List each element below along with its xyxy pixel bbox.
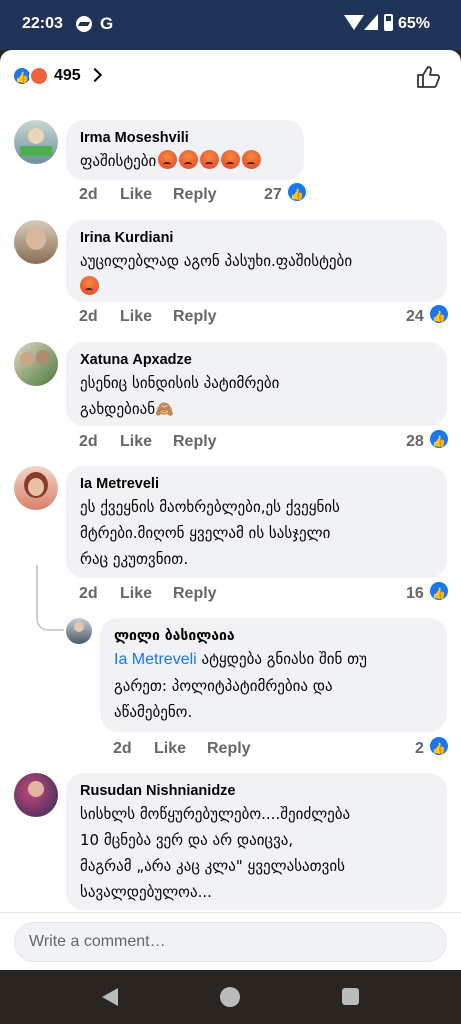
comment-author[interactable]: Irina Kurdiani bbox=[80, 228, 433, 248]
messenger-icon bbox=[76, 16, 92, 32]
comment-bubble[interactable]: Rusudan Nishnianidze სისხლს მოწყურებულებ… bbox=[66, 773, 447, 910]
comment-actions: 2d Like Reply 2 bbox=[113, 737, 449, 761]
reply-button[interactable]: Reply bbox=[173, 183, 217, 207]
reply-thread-line bbox=[36, 565, 64, 631]
comment-author[interactable]: Ia Metreveli bbox=[80, 474, 433, 494]
angry-emoji-icon bbox=[242, 150, 262, 169]
comment-author[interactable]: ლილი ბასილაია bbox=[114, 626, 433, 646]
angry-reaction-icon bbox=[29, 66, 49, 86]
comment-actions: 2d Like Reply 27 bbox=[79, 183, 449, 207]
comment-text: ესენიც სინდისის პატიმრები გახდებიან🙈 bbox=[80, 374, 280, 418]
reactions-header[interactable]: 👍 495 bbox=[0, 50, 461, 102]
like-badge-icon bbox=[430, 430, 448, 454]
home-icon[interactable] bbox=[220, 987, 240, 1007]
mention-link[interactable]: Ia Metreveli bbox=[114, 651, 197, 668]
reply-button[interactable]: Reply bbox=[173, 582, 217, 606]
google-icon: G bbox=[100, 14, 114, 33]
comment-actions: 2d Like Reply 16 bbox=[79, 582, 449, 606]
like-badge-icon bbox=[430, 582, 448, 606]
signal-icon bbox=[364, 14, 378, 30]
comment-time: 2d bbox=[79, 433, 98, 450]
comment-time: 2d bbox=[79, 308, 98, 325]
angry-emoji-icon bbox=[80, 276, 99, 295]
like-button[interactable]: Like bbox=[154, 737, 186, 761]
see-no-evil-monkey-icon: 🙈 bbox=[155, 400, 174, 418]
comment-text: აუცილებლად აგონ პასუხი.ფაშისტები bbox=[80, 248, 433, 300]
comment-text: ფაშისტები bbox=[80, 148, 290, 174]
reply-button[interactable]: Reply bbox=[173, 305, 217, 329]
comment-composer: Write a comment… bbox=[0, 912, 461, 970]
comment-text: სისხლს მოწყურებულებო....შეიძლება 10 მცნე… bbox=[80, 805, 351, 901]
like-button[interactable]: Like bbox=[120, 183, 152, 207]
like-badge-icon bbox=[288, 183, 306, 207]
avatar[interactable] bbox=[14, 466, 58, 510]
angry-emoji-icon bbox=[221, 150, 241, 169]
wifi-icon bbox=[344, 15, 364, 30]
comment-author[interactable]: Xatuna Архadze bbox=[80, 350, 433, 370]
comment-bubble[interactable]: Irina Kurdiani აუცილებლად აგონ პასუხი.ფა… bbox=[66, 220, 447, 302]
like-badge-icon bbox=[430, 737, 448, 761]
comment-time: 2d bbox=[79, 585, 98, 602]
like-count[interactable]: 28 bbox=[406, 430, 424, 454]
comment-time: 2d bbox=[113, 740, 132, 757]
reply-bubble[interactable]: ლილი ბასილაია Ia Metreveli ატყდება გნიას… bbox=[100, 618, 447, 732]
avatar[interactable] bbox=[14, 220, 58, 264]
like-outline-icon[interactable] bbox=[415, 64, 441, 90]
angry-emoji-icon bbox=[158, 150, 178, 169]
avatar[interactable] bbox=[14, 773, 58, 817]
status-time: 22:03 bbox=[22, 15, 63, 32]
comment-text: ეს ქვეყნის მაოხრებლები,ეს ქვეყნის მტრები… bbox=[80, 498, 340, 568]
comment-bubble[interactable]: Irma Moseshvili ფაშისტები bbox=[66, 120, 304, 180]
reaction-count: 495 bbox=[54, 67, 81, 84]
like-count[interactable]: 24 bbox=[406, 305, 424, 329]
angry-emoji-icon bbox=[200, 150, 220, 169]
reply-button[interactable]: Reply bbox=[173, 430, 217, 454]
reply-button[interactable]: Reply bbox=[207, 737, 251, 761]
battery-percent: 65% bbox=[398, 15, 431, 32]
comment-time: 2d bbox=[79, 186, 98, 203]
back-icon[interactable] bbox=[102, 988, 118, 1006]
avatar[interactable] bbox=[14, 342, 58, 386]
comment-actions: 2d Like Reply 28 bbox=[79, 430, 449, 454]
comments-sheet: 👍 495 Irma Moseshvili ფაშისტები 2d Like … bbox=[0, 50, 461, 970]
like-badge-icon bbox=[430, 305, 448, 329]
comment-text: Ia Metreveli ატყდება გნიასი შინ თუ გარეთ… bbox=[114, 650, 367, 721]
comment-input[interactable]: Write a comment… bbox=[14, 922, 447, 962]
comment-bubble[interactable]: Ia Metreveli ეს ქვეყნის მაოხრებლები,ეს ქ… bbox=[66, 466, 447, 578]
like-button[interactable]: Like bbox=[120, 430, 152, 454]
angry-emoji-icon bbox=[179, 150, 199, 169]
avatar[interactable] bbox=[14, 120, 58, 164]
chevron-right-icon bbox=[87, 67, 103, 83]
navigation-bar bbox=[0, 970, 461, 1024]
battery-icon bbox=[384, 14, 393, 31]
avatar[interactable] bbox=[66, 618, 92, 644]
comment-bubble[interactable]: Xatuna Архadze ესენიც სინდისის პატიმრები… bbox=[66, 342, 447, 426]
like-button[interactable]: Like bbox=[120, 582, 152, 606]
like-count[interactable]: 27 bbox=[264, 183, 282, 207]
status-bar: 22:03 G 65% bbox=[0, 0, 461, 50]
like-count[interactable]: 2 bbox=[415, 737, 424, 761]
comment-author[interactable]: Rusudan Nishnianidze bbox=[80, 781, 433, 801]
comment-author[interactable]: Irma Moseshvili bbox=[80, 128, 290, 148]
recent-apps-icon[interactable] bbox=[342, 988, 359, 1005]
like-count[interactable]: 16 bbox=[406, 582, 424, 606]
comment-actions: 2d Like Reply 24 bbox=[79, 305, 449, 329]
like-button[interactable]: Like bbox=[120, 305, 152, 329]
